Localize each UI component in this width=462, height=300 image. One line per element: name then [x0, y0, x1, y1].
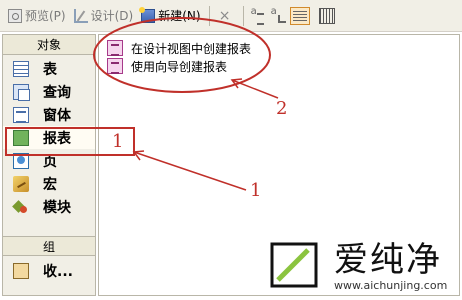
object-item-forms[interactable]: 窗体 [3, 103, 95, 126]
form-icon [13, 106, 29, 123]
module-icon [13, 199, 29, 215]
toolbar: 预览(P) 设计(D) 新建(N) × [0, 0, 462, 32]
watermark-url: www.aichunjing.com [334, 279, 448, 292]
details-view-icon[interactable] [318, 7, 335, 24]
object-item-label: 模块 [43, 199, 71, 216]
object-item-queries[interactable]: 查询 [3, 80, 95, 103]
macro-icon [13, 175, 29, 192]
design-button[interactable]: 设计(D) [70, 5, 138, 27]
design-icon [73, 8, 88, 23]
report-wizard-icon [107, 58, 123, 74]
annotation-number-1b: 1 [250, 180, 262, 201]
object-item-label: 页 [43, 153, 57, 170]
annotation-number-2: 2 [276, 98, 288, 119]
object-item-label: 查询 [43, 84, 71, 101]
object-item-label: 报表 [43, 130, 71, 147]
design-label: 设计(D) [90, 9, 134, 23]
watermark: 爱纯净 www.aichunjing.com [268, 240, 458, 296]
new-label: 新建(N) [158, 9, 201, 23]
list-item-label: 在设计视图中创建报表 [131, 41, 252, 56]
page-icon [13, 152, 29, 169]
report-create-icon [107, 40, 123, 56]
object-item-reports[interactable]: 报表 [3, 126, 95, 149]
object-item-pages[interactable]: 页 [3, 149, 95, 172]
object-item-modules[interactable]: 模块 [3, 195, 95, 218]
preview-icon [8, 8, 22, 23]
groups-header[interactable]: 组 [3, 236, 95, 256]
preview-label: 预览(P) [25, 9, 66, 23]
small-icons-view-icon[interactable] [271, 6, 286, 23]
favorites-item[interactable]: 收... [3, 259, 95, 283]
preview-button[interactable]: 预览(P) [4, 5, 70, 27]
delete-button[interactable]: × [214, 5, 239, 27]
list-view-icon[interactable] [289, 6, 310, 25]
object-item-label: 宏 [43, 176, 57, 193]
create-report-design-view[interactable]: 在设计视图中创建报表 [107, 39, 251, 57]
objects-header: 对象 [3, 35, 95, 55]
watermark-text: 爱纯净 [334, 240, 442, 280]
watermark-logo [270, 242, 318, 288]
object-item-macros[interactable]: 宏 [3, 172, 95, 195]
new-button[interactable]: 新建(N) [137, 5, 204, 27]
new-icon [139, 6, 156, 23]
toolbar-separator [242, 5, 244, 26]
object-item-label: 窗体 [43, 107, 71, 124]
query-icon [13, 83, 30, 101]
large-icons-view-icon[interactable] [251, 6, 265, 25]
toolbar-separator [208, 5, 210, 26]
favorites-label: 收... [43, 264, 73, 280]
report-icon [13, 129, 29, 146]
annotation-number-1a: 1 [112, 131, 124, 152]
object-item-tables[interactable]: 表 [3, 57, 95, 80]
table-icon [13, 60, 29, 77]
list-item-label: 使用向导创建报表 [131, 59, 228, 74]
delete-icon: × [218, 7, 231, 24]
object-item-label: 表 [43, 61, 57, 78]
create-report-wizard[interactable]: 使用向导创建报表 [107, 57, 227, 75]
objects-bar: 对象 表 查询 窗体 报表 页 宏 模块 组 收... [2, 34, 96, 296]
favorites-icon [13, 263, 29, 279]
